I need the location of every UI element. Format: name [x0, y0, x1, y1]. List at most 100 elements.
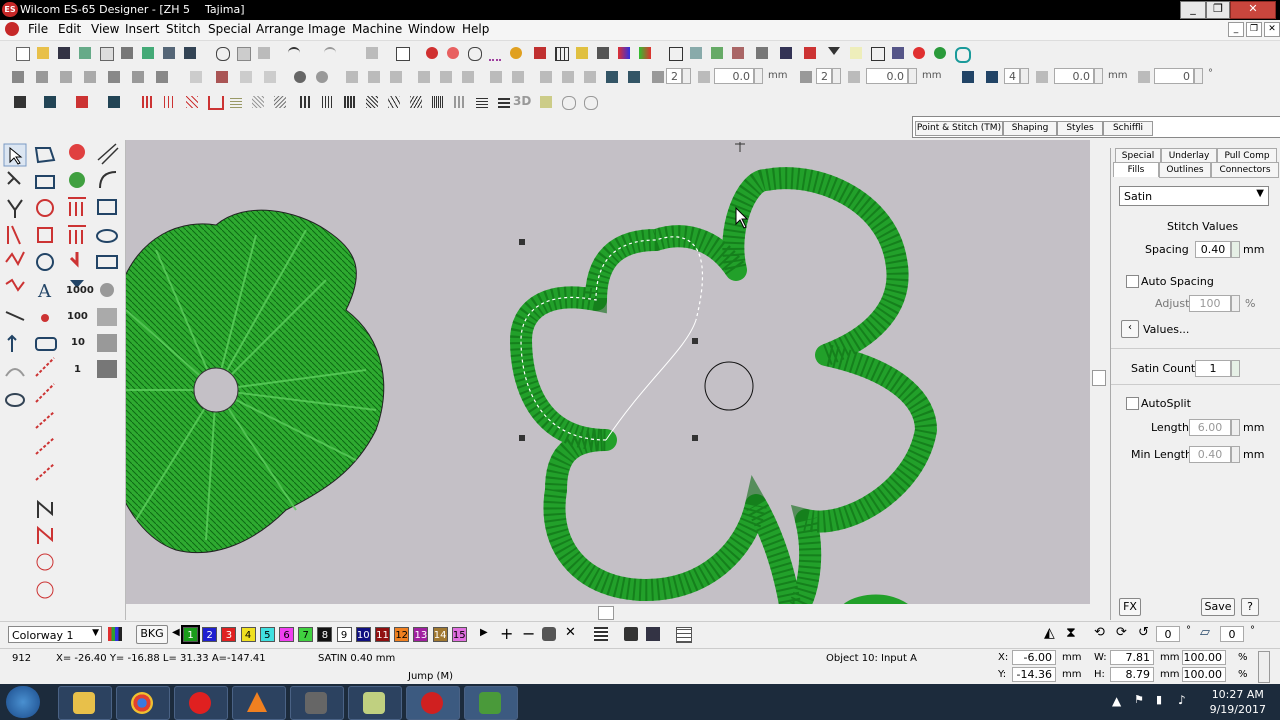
layout-icon[interactable] — [867, 43, 887, 63]
knife-tool-icon[interactable] — [7, 199, 23, 218]
align-top-icon[interactable] — [414, 67, 434, 87]
show-stitches-icon[interactable] — [422, 43, 442, 63]
manual-stitch-icon[interactable] — [35, 357, 55, 377]
drop-icon[interactable] — [69, 252, 79, 268]
wave-icon[interactable] — [270, 92, 290, 112]
color-grid-icon[interactable] — [108, 627, 122, 641]
tab-schiffli[interactable]: Schiffli — [1103, 121, 1153, 136]
satin-count-field[interactable]: 1 — [1195, 360, 1231, 377]
y-field[interactable]: -14.36 — [1012, 667, 1056, 682]
appliqué-icon[interactable] — [888, 43, 908, 63]
redo-icon[interactable] — [320, 43, 340, 63]
menu-insert[interactable]: Insert — [125, 22, 159, 36]
color-swatch-3[interactable]: 3 — [221, 627, 237, 642]
array-icon[interactable] — [602, 67, 622, 87]
size-icon[interactable] — [580, 67, 600, 87]
red-dot-icon[interactable] — [909, 43, 929, 63]
mdi-close-button[interactable]: ✕ — [1264, 22, 1280, 37]
menu-image[interactable]: Image — [308, 22, 346, 36]
w-field[interactable]: 7.81 — [1110, 650, 1154, 665]
fill-sel-3-icon[interactable] — [340, 92, 360, 112]
break-icon[interactable] — [152, 67, 172, 87]
offset-spin[interactable] — [1094, 68, 1103, 84]
array-count-field[interactable]: 2 — [666, 68, 682, 84]
circle-shape-icon[interactable] — [36, 199, 54, 217]
taskbar-notes[interactable] — [348, 686, 402, 720]
align-right-icon[interactable] — [386, 67, 406, 87]
link-icon[interactable] — [104, 67, 124, 87]
mirror-v-icon[interactable]: ⧗ — [1066, 625, 1076, 641]
menu-arrange[interactable]: Arrange — [256, 22, 304, 36]
undo-icon[interactable] — [284, 43, 304, 63]
array-count-spin[interactable] — [682, 68, 691, 84]
column-icon[interactable] — [32, 67, 52, 87]
travel-run-icon[interactable] — [35, 383, 55, 403]
curve-line-icon[interactable] — [99, 171, 117, 189]
split-icon[interactable] — [56, 67, 76, 87]
e-stitch-icon[interactable] — [204, 92, 224, 112]
adjust-field[interactable]: 100 — [1189, 295, 1231, 312]
angle-field[interactable]: 0 — [1154, 68, 1194, 84]
disk-icon[interactable] — [646, 627, 660, 641]
3d-icon[interactable]: 3D — [513, 94, 531, 108]
fill-type-select[interactable]: Satin ▼ — [1119, 186, 1269, 206]
spacing-spin[interactable] — [1231, 241, 1240, 258]
color-swatch-1[interactable]: 1 — [181, 625, 200, 644]
values-link[interactable]: Values... — [1143, 323, 1189, 336]
color-swatch-15[interactable]: 15 — [451, 627, 467, 642]
color-film-icon[interactable] — [614, 43, 634, 63]
space-v-icon[interactable] — [558, 67, 578, 87]
rotate-icon[interactable]: ↺ — [1138, 625, 1149, 640]
color-swatch-9[interactable]: 9 — [336, 627, 352, 642]
mdi-restore-button[interactable]: ❐ — [1246, 22, 1262, 37]
10-icon[interactable]: 10 — [71, 337, 85, 348]
color-swatch-13[interactable]: 13 — [413, 627, 429, 642]
w-percent-field[interactable]: 100.00 — [1182, 650, 1226, 665]
color-swatch-11[interactable]: 11 — [375, 627, 390, 642]
texture-icon[interactable] — [97, 360, 117, 378]
1000-icon[interactable]: 1000 — [66, 285, 94, 296]
lettering-icon[interactable] — [752, 43, 772, 63]
cut-icon[interactable] — [212, 43, 232, 63]
parallel-lines-icon[interactable] — [97, 143, 119, 165]
menu-help[interactable]: Help — [462, 22, 489, 36]
show-connectors-icon[interactable] — [485, 43, 505, 63]
app-icon[interactable]: ES — [2, 2, 18, 17]
values-expand-button[interactable]: ‹ — [1121, 320, 1139, 338]
run-tool-icon[interactable] — [5, 251, 25, 267]
color-swatch-12[interactable]: 12 — [394, 627, 410, 642]
image-icon[interactable] — [97, 334, 117, 352]
send-machine-icon[interactable] — [138, 43, 158, 63]
mirror-h-icon[interactable]: ◭ — [1044, 625, 1055, 641]
save-icon[interactable] — [54, 43, 74, 63]
tab-outlines[interactable]: Outlines — [1159, 162, 1211, 178]
color-swatch-7[interactable]: 7 — [298, 627, 314, 642]
menu-view[interactable]: View — [91, 22, 119, 36]
h-field[interactable]: 8.79 — [1110, 667, 1154, 682]
combine-icon[interactable] — [260, 67, 280, 87]
angle-icon[interactable] — [1134, 67, 1154, 87]
show-functions-icon[interactable] — [530, 43, 550, 63]
rotation-center[interactable] — [704, 361, 754, 411]
green-dot-icon[interactable] — [930, 43, 950, 63]
color-swatch-5[interactable]: 5 — [259, 627, 275, 642]
h-percent-field[interactable]: 100.00 — [1182, 667, 1226, 682]
stitch-out-icon[interactable] — [180, 43, 200, 63]
colorway-select[interactable]: Colorway 1 ▼ — [8, 626, 102, 643]
remove-color-icon[interactable]: − — [522, 624, 535, 643]
align-center-icon[interactable] — [364, 67, 384, 87]
mdi-minimize-button[interactable]: _ — [1228, 22, 1244, 37]
menu-stitch[interactable]: Stitch — [166, 22, 201, 36]
length-spin[interactable] — [1231, 419, 1240, 436]
distribute-h-icon[interactable] — [486, 67, 506, 87]
add-color-icon[interactable]: + — [500, 624, 513, 643]
split-line-icon[interactable] — [35, 437, 55, 455]
sequence-icon[interactable] — [728, 43, 748, 63]
target-icon[interactable] — [36, 581, 54, 599]
satin-icon[interactable] — [138, 92, 158, 112]
group-icon[interactable] — [186, 67, 206, 87]
triple-run-icon[interactable] — [5, 278, 25, 292]
fx-button[interactable]: FX — [1119, 598, 1141, 616]
array-count-icon[interactable] — [648, 67, 668, 87]
paste-icon[interactable] — [254, 43, 274, 63]
